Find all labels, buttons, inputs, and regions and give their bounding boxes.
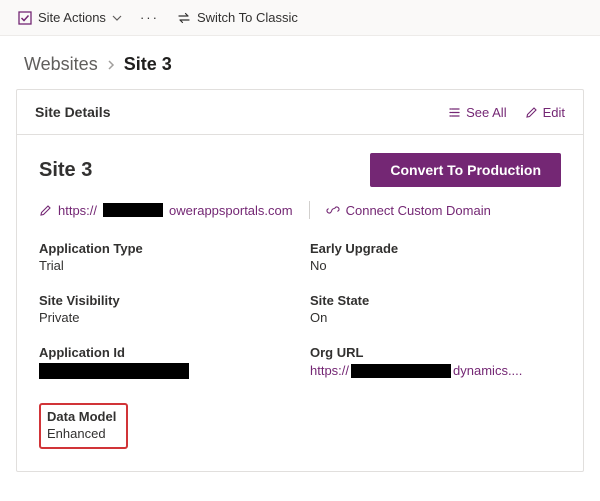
field-label: Data Model xyxy=(47,409,116,424)
link-icon xyxy=(326,203,340,217)
edit-url-link[interactable]: https:// owerappsportals.com xyxy=(39,203,293,218)
redacted-segment xyxy=(351,364,451,378)
fields-grid: Application Type Trial Early Upgrade No … xyxy=(39,241,561,449)
chevron-down-icon xyxy=(112,13,122,23)
highlight-annotation: Data Model Enhanced xyxy=(39,403,128,449)
checkbox-icon xyxy=(18,11,32,25)
command-bar: Site Actions ··· Switch To Classic xyxy=(0,0,600,36)
switch-to-classic-button[interactable]: Switch To Classic xyxy=(177,10,298,25)
see-all-label: See All xyxy=(466,105,506,120)
field-value: Enhanced xyxy=(47,426,116,441)
field-data-model: Data Model Enhanced xyxy=(39,399,290,449)
field-value: On xyxy=(310,310,561,325)
switch-icon xyxy=(177,11,191,25)
field-value: Private xyxy=(39,310,290,325)
url-prefix: https:// xyxy=(58,203,97,218)
field-early-upgrade: Early Upgrade No xyxy=(310,241,561,273)
field-value: No xyxy=(310,258,561,273)
redacted-segment xyxy=(39,363,189,379)
redacted-segment xyxy=(103,203,163,217)
field-application-id: Application Id xyxy=(39,345,290,379)
list-icon xyxy=(448,106,461,119)
site-actions-label: Site Actions xyxy=(38,10,106,25)
url-suffix: owerappsportals.com xyxy=(169,203,293,218)
divider xyxy=(309,201,310,219)
card-header: Site Details See All Edit xyxy=(17,90,583,135)
more-actions-button[interactable]: ··· xyxy=(140,10,159,25)
site-actions-menu[interactable]: Site Actions xyxy=(18,10,122,25)
org-url-suffix: dynamics.... xyxy=(453,363,522,378)
convert-to-production-button[interactable]: Convert To Production xyxy=(370,153,561,187)
field-label: Site State xyxy=(310,293,561,308)
edit-button[interactable]: Edit xyxy=(525,105,565,120)
field-application-type: Application Type Trial xyxy=(39,241,290,273)
org-url-link[interactable]: https:// dynamics.... xyxy=(310,363,522,378)
site-name-heading: Site 3 xyxy=(39,159,92,182)
chevron-right-icon xyxy=(106,59,116,71)
breadcrumb-current: Site 3 xyxy=(124,54,172,75)
switch-classic-label: Switch To Classic xyxy=(197,10,298,25)
field-label: Early Upgrade xyxy=(310,241,561,256)
field-label: Application Id xyxy=(39,345,290,360)
connect-domain-label: Connect Custom Domain xyxy=(346,203,491,218)
field-site-visibility: Site Visibility Private xyxy=(39,293,290,325)
field-value: Trial xyxy=(39,258,290,273)
connect-custom-domain-link[interactable]: Connect Custom Domain xyxy=(326,203,491,218)
breadcrumb: Websites Site 3 xyxy=(0,36,600,89)
see-all-button[interactable]: See All xyxy=(448,105,506,120)
org-url-prefix: https:// xyxy=(310,363,349,378)
field-label: Application Type xyxy=(39,241,290,256)
field-org-url: Org URL https:// dynamics.... xyxy=(310,345,561,379)
card-title: Site Details xyxy=(35,104,110,120)
field-site-state: Site State On xyxy=(310,293,561,325)
field-label: Org URL xyxy=(310,345,561,360)
breadcrumb-parent[interactable]: Websites xyxy=(24,54,98,75)
edit-label: Edit xyxy=(543,105,565,120)
field-label: Site Visibility xyxy=(39,293,290,308)
pencil-icon xyxy=(39,204,52,217)
site-details-card: Site Details See All Edit Site 3 Convert… xyxy=(16,89,584,472)
pencil-icon xyxy=(525,106,538,119)
